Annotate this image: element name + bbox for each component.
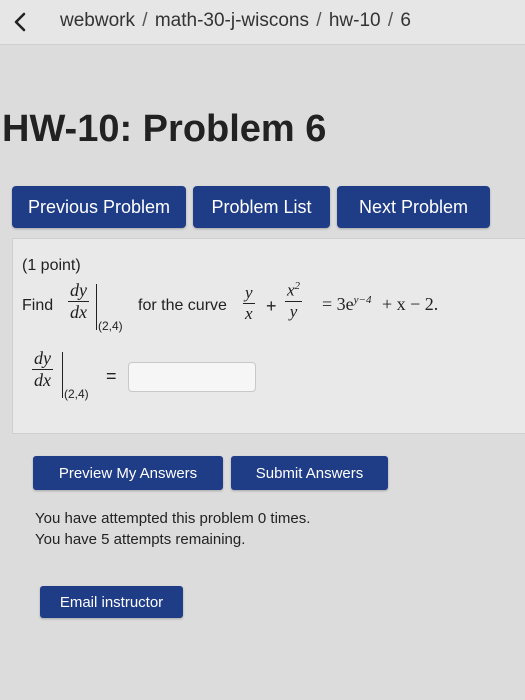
numerator-base: x	[287, 280, 295, 300]
problem-list-button[interactable]: Problem List	[193, 186, 330, 228]
curve-fraction-y-over-x: y x	[243, 283, 255, 324]
derivative-numerator: dy	[70, 280, 87, 300]
evaluation-point: (2,4)	[98, 319, 123, 333]
plus-sign: +	[266, 296, 277, 316]
numerator-exponent: 2	[294, 280, 301, 292]
answer-derivative-fraction: dy dx	[32, 348, 53, 391]
evaluation-point: (2,4)	[64, 387, 89, 401]
for-curve-label: for the curve	[138, 297, 227, 314]
preview-answers-button[interactable]: Preview My Answers	[33, 456, 223, 490]
top-bar: webwork / math-30-j-wiscons / hw-10 / 6	[0, 0, 525, 45]
breadcrumb: webwork / math-30-j-wiscons / hw-10 / 6	[60, 10, 411, 32]
breadcrumb-webwork[interactable]: webwork	[60, 10, 135, 31]
fraction-numerator: y	[245, 283, 253, 302]
problem-panel	[12, 238, 525, 434]
attempts-remaining-text: You have 5 attempts remaining.	[35, 531, 246, 548]
find-label: Find	[22, 297, 54, 314]
problem-points: (1 point)	[22, 257, 81, 274]
curve-fraction-x2-over-y: x2 y	[285, 280, 303, 322]
breadcrumb-problem: 6	[400, 10, 411, 31]
derivative-numerator: dy	[34, 348, 51, 368]
next-problem-button[interactable]: Next Problem	[337, 186, 490, 228]
email-instructor-button[interactable]: Email instructor	[40, 586, 183, 618]
back-button[interactable]	[0, 0, 40, 44]
submit-answers-button[interactable]: Submit Answers	[231, 456, 388, 490]
evaluation-bar	[96, 284, 97, 330]
page-title: HW-10: Problem 6	[2, 108, 327, 150]
evaluation-bar	[62, 352, 63, 398]
rhs-lead: = 3e	[322, 294, 354, 314]
derivative-fraction: dy dx	[68, 280, 89, 323]
breadcrumb-course[interactable]: math-30-j-wiscons	[155, 10, 309, 31]
answer-equals-sign: =	[106, 366, 117, 386]
previous-problem-button[interactable]: Previous Problem	[12, 186, 186, 228]
breadcrumb-set[interactable]: hw-10	[329, 10, 381, 31]
equation-rhs: = 3ey−4 + x − 2.	[322, 294, 438, 315]
fraction-numerator: x2	[285, 280, 302, 301]
rhs-exponent: y−4	[353, 294, 372, 306]
fraction-denominator: y	[289, 301, 298, 321]
chevron-left-icon	[14, 12, 26, 32]
breadcrumb-separator: /	[142, 10, 148, 31]
answer-input[interactable]	[128, 362, 256, 392]
fraction-denominator: x	[245, 304, 253, 323]
attempts-made-text: You have attempted this problem 0 times.	[35, 510, 311, 527]
derivative-denominator: dx	[34, 370, 51, 390]
breadcrumb-separator: /	[387, 10, 394, 31]
derivative-denominator: dx	[70, 302, 87, 322]
breadcrumb-separator: /	[316, 10, 322, 31]
rhs-tail: + x − 2.	[381, 294, 439, 314]
